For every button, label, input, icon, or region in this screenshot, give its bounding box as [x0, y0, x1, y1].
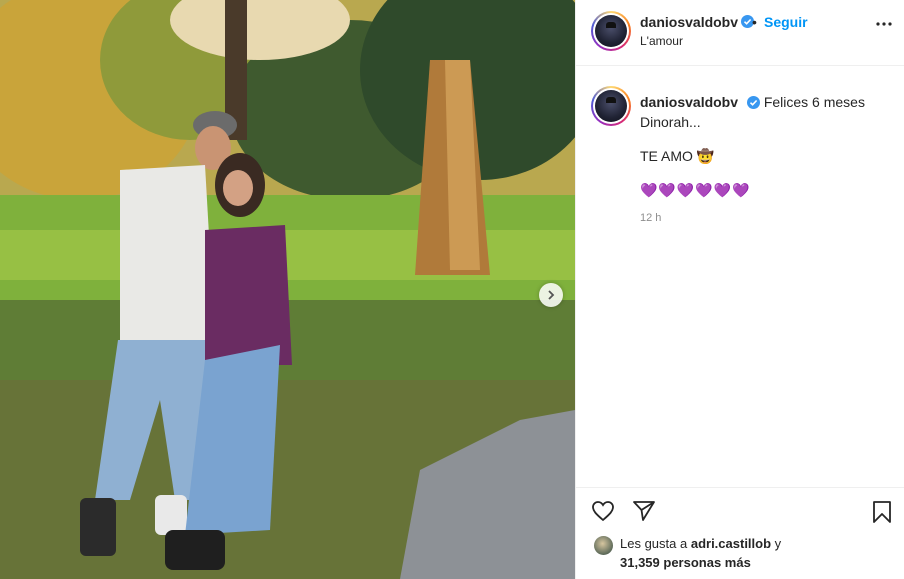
post-side-panel: daniosvaldobv • Seguir L'amour daniosval… — [575, 0, 904, 579]
caption-line-2: TE AMO 🤠 — [640, 148, 715, 164]
bookmark-icon[interactable] — [872, 500, 892, 524]
author-username[interactable]: daniosvaldobv — [640, 14, 738, 30]
carousel-next-button[interactable] — [539, 283, 563, 307]
caption-username[interactable]: daniosvaldobv — [640, 94, 738, 110]
follow-button[interactable]: Seguir — [764, 14, 808, 30]
caption-body: daniosvaldobv Felices 6 meses Dinorah...… — [640, 92, 890, 200]
liker-avatar[interactable] — [594, 536, 613, 555]
post-header: daniosvaldobv • Seguir L'amour — [576, 0, 904, 66]
likes-count[interactable]: 31,359 personas más — [620, 555, 751, 570]
heart-icon[interactable] — [591, 500, 615, 522]
likes-joiner: y — [774, 536, 782, 551]
caption-avatar[interactable] — [591, 86, 631, 126]
post-time[interactable]: 12 h — [640, 212, 661, 224]
verified-badge-icon — [746, 96, 760, 109]
photo-illustration — [0, 0, 575, 579]
post-photo[interactable] — [0, 0, 575, 579]
follow-separator: • — [752, 14, 757, 30]
likes-prefix: Les gusta a — [620, 536, 688, 551]
likes-summary: Les gusta a adri.castillob y 31,359 pers… — [594, 534, 781, 572]
chevron-right-icon — [548, 290, 555, 300]
post-actions: Les gusta a adri.castillob y 31,359 pers… — [576, 487, 904, 579]
more-options-icon[interactable] — [876, 22, 892, 26]
post-location[interactable]: L'amour — [640, 34, 683, 48]
paper-plane-icon[interactable] — [632, 500, 656, 522]
liker-username[interactable]: adri.castillob — [691, 536, 771, 551]
caption-hearts: 💜💜💜💜💜💜 — [640, 182, 751, 198]
author-avatar[interactable] — [591, 11, 631, 51]
